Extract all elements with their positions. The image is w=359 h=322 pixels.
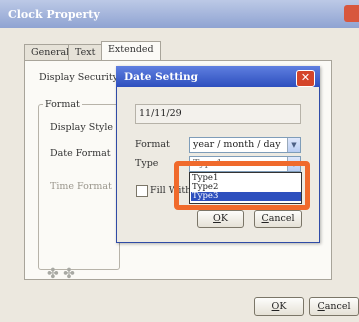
fill-checkbox[interactable]	[136, 185, 148, 197]
ok-rest: K	[220, 213, 228, 224]
tab-text[interactable]: Text	[68, 44, 103, 61]
ok-button[interactable]: OK	[254, 297, 304, 316]
decorative-logo-icon: ✤ ✤	[47, 266, 75, 282]
close-icon: ✕	[300, 71, 311, 84]
date-preview-value: 11/11/29	[139, 108, 182, 119]
footer-ok-rest: K	[279, 301, 287, 312]
window-title: Clock Property	[8, 8, 100, 21]
format-label: Format	[135, 139, 170, 150]
display-style-label: Display Style	[50, 122, 114, 133]
chevron-down-icon[interactable]: ▼	[287, 138, 300, 152]
cancel-button[interactable]: Cancel	[309, 297, 359, 316]
dialog-ok-button[interactable]: OK	[197, 210, 244, 228]
format-group-label: Format	[43, 99, 82, 110]
tab-general-label: General	[31, 47, 70, 58]
tab-extended[interactable]: Extended	[101, 41, 161, 61]
footer-cancel-rest: ancel	[324, 301, 351, 312]
window-close-button[interactable]	[344, 5, 359, 22]
dialog-cancel-button[interactable]: Cancel	[254, 210, 302, 228]
dialog-close-button[interactable]: ✕	[296, 70, 315, 87]
type-label: Type	[135, 158, 159, 169]
tab-extended-label: Extended	[108, 44, 154, 55]
display-security-label: Display Security	[39, 72, 119, 83]
time-format-label: Time Format	[50, 181, 112, 192]
highlight-annotation	[174, 161, 310, 210]
format-select[interactable]: year / month / day ▼	[189, 137, 301, 153]
date-format-label: Date Format	[50, 148, 111, 159]
cancel-rest: ancel	[268, 213, 295, 224]
ok-accel: O	[213, 213, 221, 224]
format-select-value: year / month / day	[193, 139, 281, 150]
dialog-title: Date Setting	[124, 71, 199, 83]
cancel-accel: C	[261, 213, 269, 224]
tab-text-label: Text	[75, 47, 96, 58]
footer-cancel-accel: C	[317, 301, 325, 312]
